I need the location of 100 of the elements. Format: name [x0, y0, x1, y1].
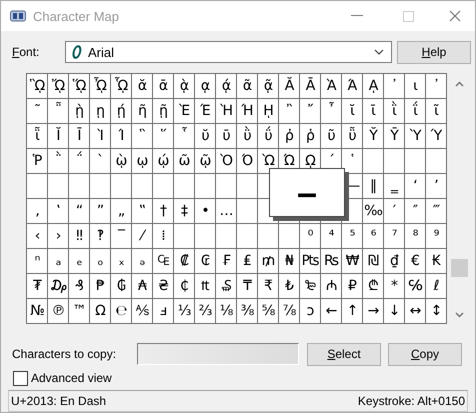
- character-cell[interactable]: ₹: [258, 274, 278, 298]
- character-cell[interactable]: Ί: [111, 124, 131, 148]
- character-cell[interactable]: ₮: [27, 274, 47, 298]
- character-cell[interactable]: ‟: [132, 199, 152, 223]
- character-cell[interactable]: ←: [321, 299, 341, 323]
- select-button[interactable]: Select: [307, 342, 381, 366]
- character-cell[interactable]: ⅞: [279, 299, 299, 323]
- character-cell[interactable]: ₥: [258, 249, 278, 273]
- character-cell[interactable]: ῍: [279, 99, 299, 123]
- characters-to-copy-field[interactable]: [137, 343, 299, 365]
- character-cell[interactable]: ῞: [153, 124, 173, 148]
- character-cell[interactable]: ™: [69, 299, 89, 323]
- character-cell[interactable]: ₫: [384, 249, 404, 273]
- character-cell[interactable]: ι: [405, 74, 425, 98]
- character-cell[interactable]: ᾶ: [237, 74, 257, 98]
- character-cell[interactable]: ′: [384, 199, 404, 223]
- character-cell[interactable]: ῗ: [27, 124, 47, 148]
- character-cell[interactable]: Ὶ: [90, 124, 110, 148]
- character-cell[interactable]: ₵: [174, 274, 194, 298]
- character-cell[interactable]: ”: [90, 199, 110, 223]
- character-cell[interactable]: ῇ: [153, 99, 173, 123]
- character-cell[interactable]: ₶: [195, 274, 215, 298]
- character-cell[interactable]: Ὰ: [321, 74, 341, 98]
- character-cell[interactable]: ‼: [69, 224, 89, 248]
- character-cell[interactable]: Ὲ: [174, 99, 194, 123]
- character-cell[interactable]: ↑: [342, 299, 362, 323]
- character-cell[interactable]: ₾: [363, 274, 383, 298]
- character-cell[interactable]: ‾: [111, 224, 131, 248]
- character-cell[interactable]: ‗: [384, 174, 404, 198]
- character-cell[interactable]: ῖ: [426, 99, 446, 123]
- character-cell[interactable]: ₲: [111, 274, 131, 298]
- character-cell[interactable]: ᾷ: [258, 74, 278, 98]
- advanced-view-checkbox[interactable]: [13, 370, 28, 386]
- character-cell[interactable]: ῟: [174, 124, 194, 148]
- character-cell[interactable]: ⁷: [384, 224, 404, 248]
- character-cell[interactable]: ‽: [90, 224, 110, 248]
- character-cell[interactable]: ⅔: [195, 299, 215, 323]
- character-cell[interactable]: Ό: [237, 149, 257, 173]
- character-cell[interactable]: ›: [48, 224, 68, 248]
- character-cell[interactable]: ᾫ: [27, 74, 47, 98]
- character-cell[interactable]: ₰: [69, 274, 89, 298]
- character-cell[interactable]: ῄ: [111, 99, 131, 123]
- character-cell[interactable]: ῂ: [69, 99, 89, 123]
- character-cell[interactable]: ’: [426, 174, 446, 198]
- character-cell[interactable]: Ὸ: [216, 149, 236, 173]
- character-cell[interactable]: Έ: [195, 99, 215, 123]
- character-cell[interactable]: ‴: [426, 199, 446, 223]
- character-cell[interactable]: ₤: [237, 249, 257, 273]
- character-cell[interactable]: ↔: [405, 299, 425, 323]
- help-button[interactable]: Help: [397, 40, 471, 64]
- character-cell[interactable]: ⁞: [153, 224, 173, 248]
- character-cell[interactable]: ᾯ: [111, 74, 131, 98]
- character-cell[interactable]: ‖: [363, 174, 383, 198]
- character-cell[interactable]: ↕: [426, 299, 446, 323]
- character-cell[interactable]: ‛: [48, 199, 68, 223]
- character-cell[interactable]: ⅜: [237, 299, 257, 323]
- character-cell[interactable]: ῠ: [195, 124, 215, 148]
- character-cell[interactable]: →: [363, 299, 383, 323]
- character-cell[interactable]: ᾬ: [48, 74, 68, 98]
- character-cell[interactable]: ῢ: [237, 124, 257, 148]
- character-cell[interactable]: *: [384, 274, 404, 298]
- character-cell[interactable]: ℗: [48, 299, 68, 323]
- character-cell[interactable]: ‘: [405, 174, 425, 198]
- character-cell[interactable]: •: [195, 199, 215, 223]
- character-cell[interactable]: ‰: [363, 199, 383, 223]
- character-cell[interactable]: ℅: [405, 274, 425, 298]
- character-cell[interactable]: †: [153, 199, 173, 223]
- character-cell[interactable]: Ῥ: [27, 149, 47, 173]
- character-cell[interactable]: “: [69, 199, 89, 223]
- character-cell[interactable]: ⁰: [300, 224, 320, 248]
- character-cell[interactable]: ₠: [153, 249, 173, 273]
- character-cell[interactable]: ῐ: [342, 99, 362, 123]
- character-cell[interactable]: ῝: [132, 124, 152, 148]
- character-cell[interactable]: ΅: [69, 149, 89, 173]
- character-cell[interactable]: Ή: [237, 99, 257, 123]
- character-cell[interactable]: ᾭ: [69, 74, 89, 98]
- character-cell[interactable]: ῦ: [321, 124, 341, 148]
- character-cell[interactable]: ῏: [321, 99, 341, 123]
- character-cell[interactable]: „: [111, 199, 131, 223]
- character-cell[interactable]: ℓ: [426, 274, 446, 298]
- character-cell[interactable]: ₱: [90, 274, 110, 298]
- character-cell[interactable]: ⁄: [132, 224, 152, 248]
- character-cell[interactable]: ₸: [237, 274, 257, 298]
- character-cell[interactable]: ῒ: [384, 99, 404, 123]
- character-cell[interactable]: ₑ: [69, 249, 89, 273]
- character-cell[interactable]: ῌ: [258, 99, 278, 123]
- character-cell[interactable]: ₳: [132, 274, 152, 298]
- character-cell[interactable]: ⅎ: [153, 299, 173, 323]
- character-cell[interactable]: ῡ: [216, 124, 236, 148]
- character-cell[interactable]: ‚: [27, 199, 47, 223]
- character-cell[interactable]: ⅓: [174, 299, 194, 323]
- character-cell[interactable]: ″: [405, 199, 425, 223]
- character-cell[interactable]: ᾴ: [216, 74, 236, 98]
- character-cell[interactable]: ‡: [174, 199, 194, 223]
- character-cell[interactable]: ₦: [279, 249, 299, 273]
- character-cell[interactable]: Ὴ: [216, 99, 236, 123]
- character-cell[interactable]: ⁸: [405, 224, 425, 248]
- character-cell[interactable]: ῶ: [174, 149, 194, 173]
- character-cell[interactable]: ⁹: [426, 224, 446, 248]
- character-cell[interactable]: ₐ: [48, 249, 68, 273]
